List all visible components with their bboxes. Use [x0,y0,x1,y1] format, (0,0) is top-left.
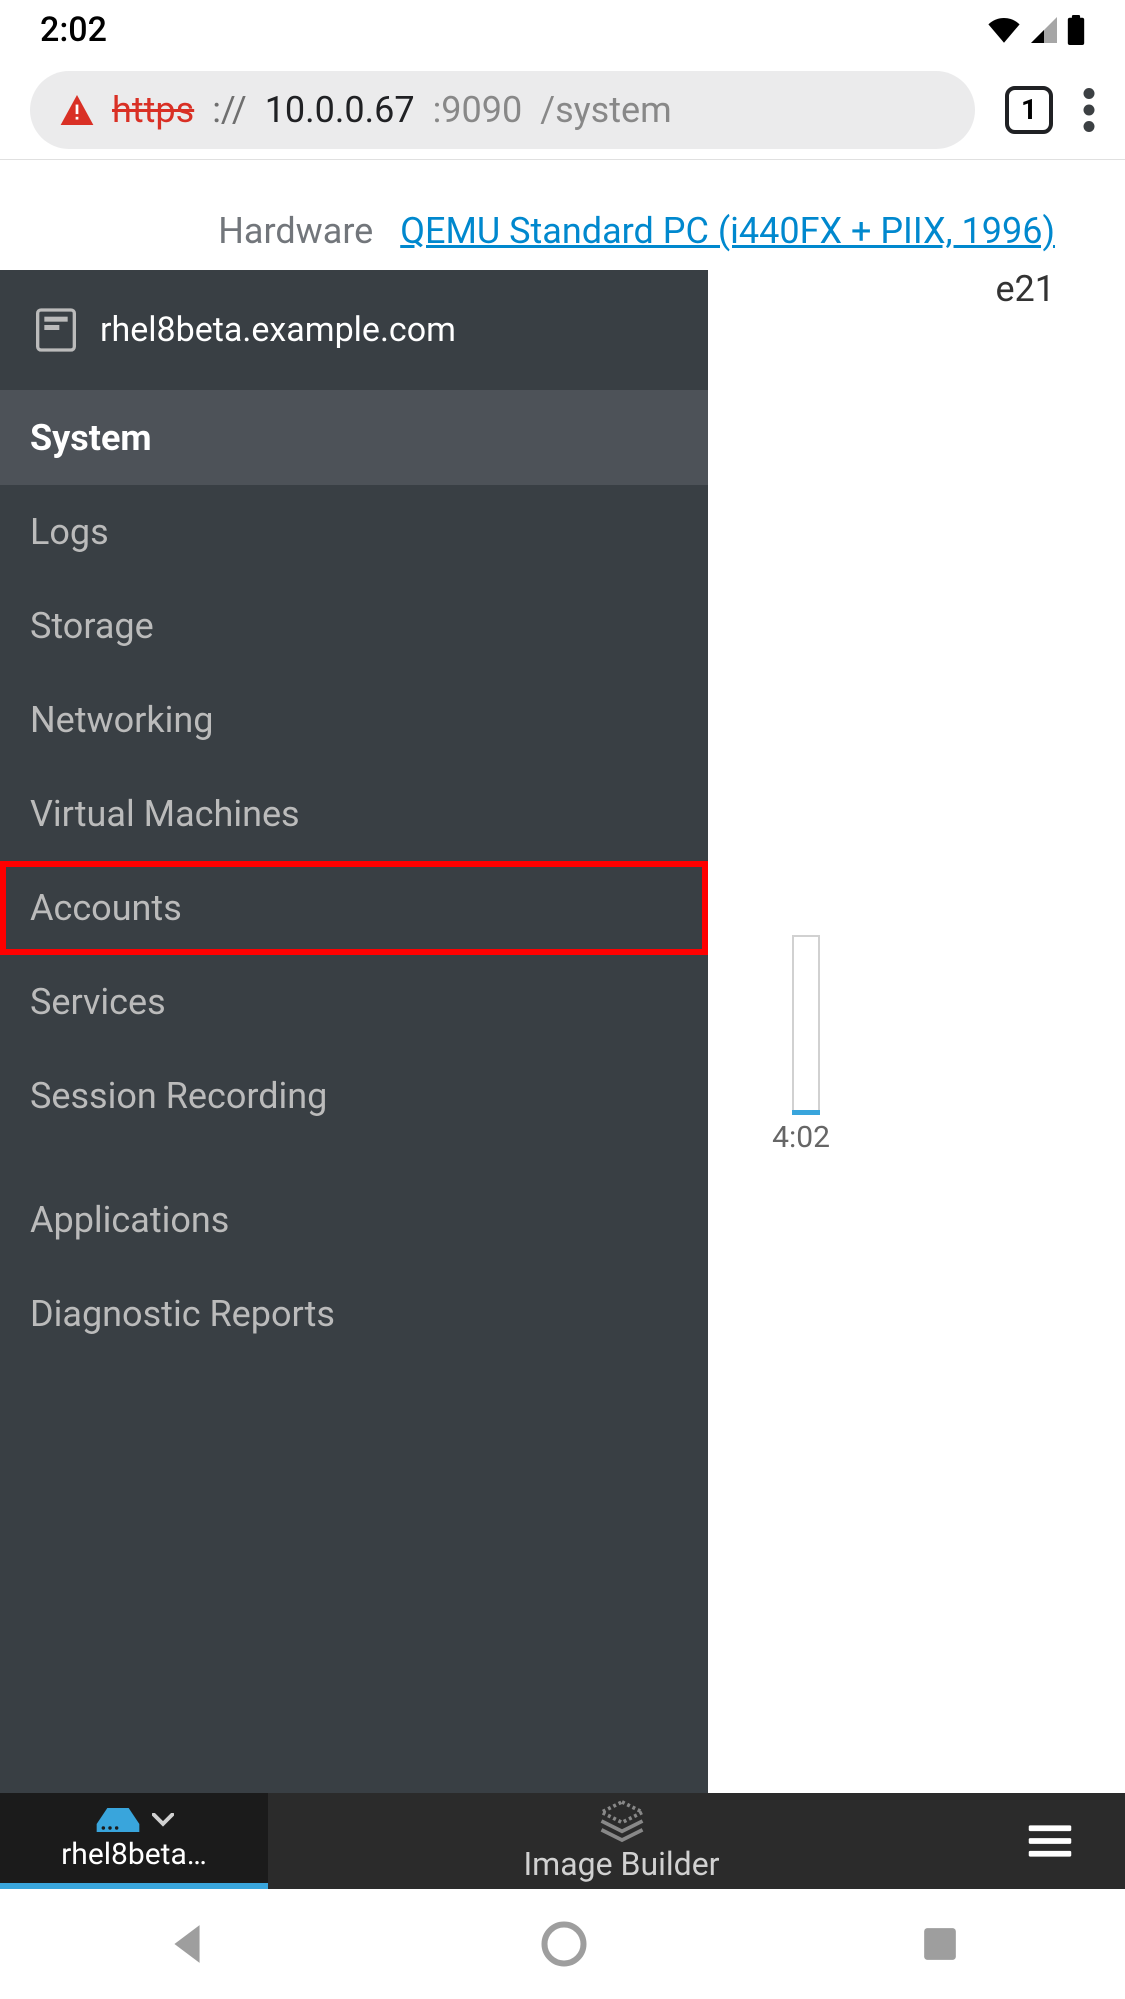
hardware-link[interactable]: QEMU Standard PC (i440FX + PIIX, 1996) [400,210,1055,252]
sidebar-list-primary: System Logs Storage Networking Virtual Machi… [0,391,708,1143]
sidebar-item-logs[interactable]: Logs [0,485,708,579]
bottom-bar: rhel8beta… Image Builder [0,1793,1125,1889]
cell-signal-icon [1031,17,1057,43]
battery-icon [1067,15,1085,45]
sidebar-item-label: Services [30,981,166,1023]
page-content: Hardware QEMU Standard PC (i440FX + PIIX… [0,160,1125,1889]
browser-menu-button[interactable] [1083,88,1095,132]
insecure-warning-icon [60,95,94,125]
url-sep: :// [212,89,247,131]
hardware-row: Hardware QEMU Standard PC (i440FX + PIIX… [0,210,1055,252]
hamburger-menu-button[interactable] [975,1793,1125,1889]
sidebar-item-session-recording[interactable]: Session Recording [0,1049,708,1143]
chevron-down-icon [152,1813,174,1827]
wifi-icon [987,17,1021,43]
url-port: :9090 [433,89,523,131]
sidebar-item-diagnostic-reports[interactable]: Diagnostic Reports [0,1267,708,1361]
sidebar-gap [0,1143,708,1173]
nav-back-button[interactable] [167,1922,207,1966]
sidebar-item-label: Diagnostic Reports [30,1293,335,1335]
sidebar-item-label: Logs [30,511,109,553]
host-switcher-label: rhel8beta… [61,1837,207,1872]
browser-bar: https :// 10.0.0.67 :9090/system 1 [0,60,1125,160]
tab-switcher-button[interactable]: 1 [1005,86,1053,134]
partial-text: e21 [995,268,1055,310]
sidebar-item-services[interactable]: Services [0,955,708,1049]
chart-fragment: 4:02 [708,935,820,1295]
host-disk-icon [94,1805,142,1835]
sidebar-item-label: Networking [30,699,213,741]
sidebar-item-networking[interactable]: Networking [0,673,708,767]
nav-home-button[interactable] [540,1920,588,1968]
sidebar-item-label: Virtual Machines [30,793,300,835]
sidebar-host-label: rhel8beta.example.com [100,310,456,350]
status-bar: 2:02 [0,0,1125,60]
sidebar-item-applications[interactable]: Applications [0,1173,708,1267]
url-scheme: https [112,89,194,131]
status-time: 2:02 [40,10,107,50]
sidebar-item-label: Applications [30,1199,229,1241]
image-builder-tab[interactable]: Image Builder [268,1793,975,1889]
hardware-label: Hardware [218,210,373,252]
tab-count-value: 1 [1021,93,1037,126]
sidebar-item-storage[interactable]: Storage [0,579,708,673]
chart-spark-icon [792,1110,820,1115]
hamburger-icon [1028,1824,1072,1858]
chart-time-label: 4:02 [772,1120,830,1155]
sidebar-item-label: System [30,417,152,459]
sidebar-item-label: Session Recording [30,1075,327,1117]
layers-icon [595,1799,649,1843]
android-nav-bar [0,1889,1125,1999]
sidebar-item-virtual-machines[interactable]: Virtual Machines [0,767,708,861]
sidebar: rhel8beta.example.com System Logs Storage N… [0,270,708,1793]
status-icons [987,15,1085,45]
sidebar-item-system[interactable]: System [0,391,708,485]
sidebar-host-row[interactable]: rhel8beta.example.com [0,270,708,391]
nav-recents-button[interactable] [921,1925,959,1963]
url-bar[interactable]: https :// 10.0.0.67 :9090/system [30,71,975,149]
sidebar-item-label: Accounts [30,887,182,929]
url-path: /system [540,89,671,131]
sidebar-list-secondary: Applications Diagnostic Reports [0,1173,708,1361]
server-icon [36,308,76,352]
url-host: 10.0.0.67 [265,89,415,131]
chart-box [792,935,820,1115]
sidebar-item-accounts[interactable]: Accounts [0,861,708,955]
image-builder-label: Image Builder [523,1845,719,1883]
sidebar-item-label: Storage [30,605,154,647]
host-switcher[interactable]: rhel8beta… [0,1793,268,1889]
